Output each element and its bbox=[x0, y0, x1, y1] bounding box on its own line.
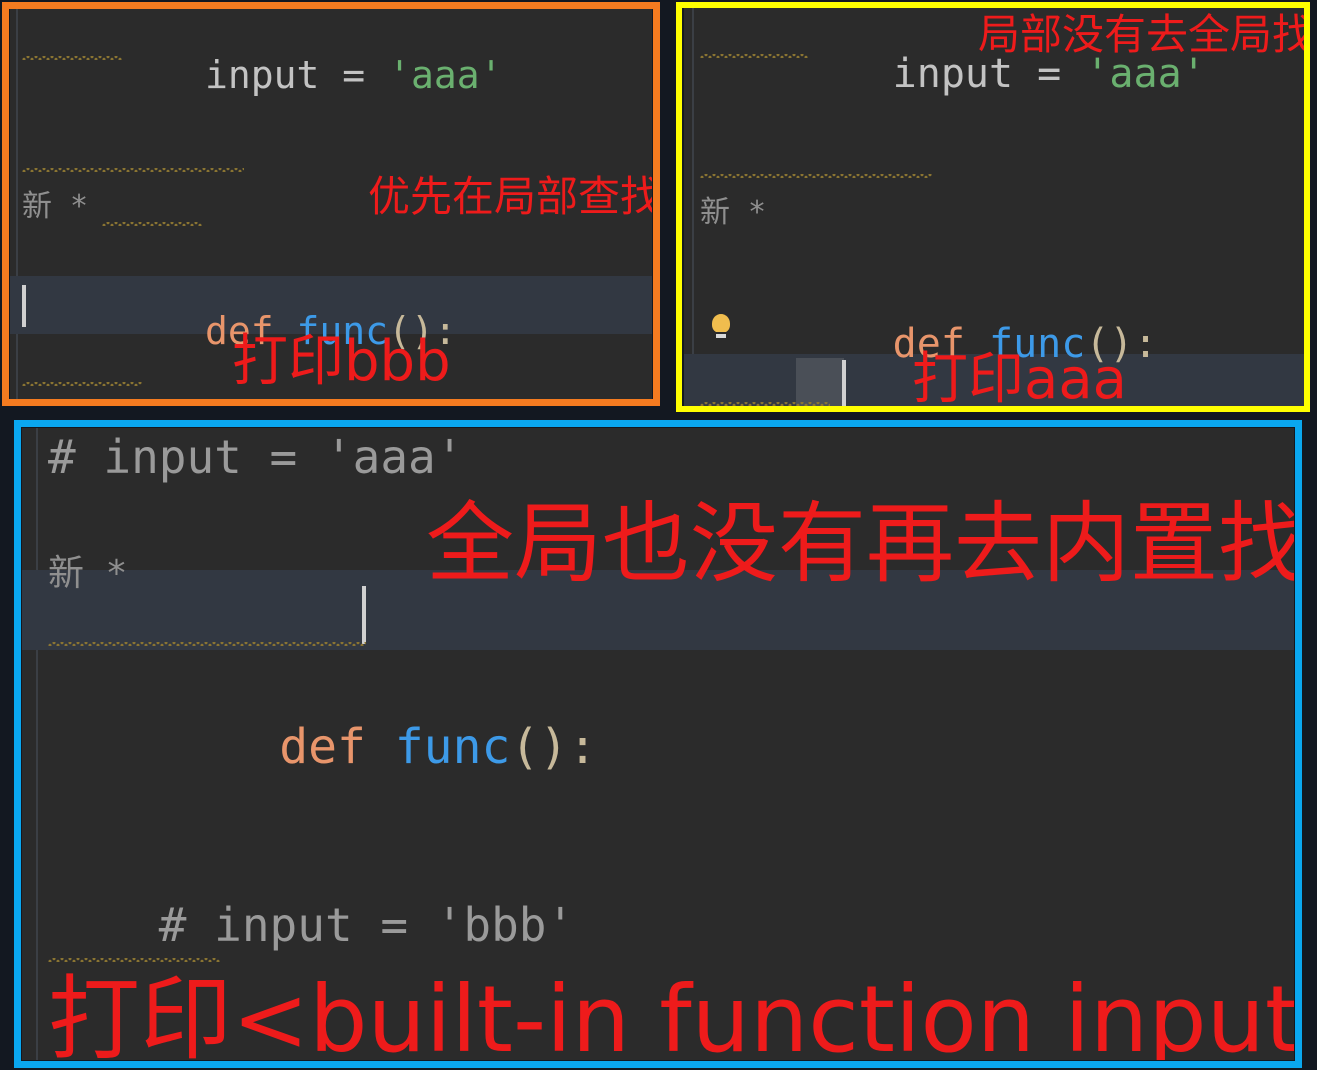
warning-squiggle bbox=[102, 222, 202, 226]
anno-local-first: 优先在局部查找 bbox=[368, 172, 652, 221]
editor-panel-global-scope[interactable]: input = 'aaa' 新 * def func(): # input = … bbox=[684, 8, 1304, 406]
lightbulb-glass bbox=[712, 314, 730, 333]
text-cursor bbox=[842, 360, 846, 406]
editor-gutter-line bbox=[36, 428, 38, 1060]
text-selection bbox=[796, 358, 844, 406]
warning-squiggle bbox=[700, 174, 932, 178]
p1-code-line-assign-input-aaa[interactable]: input = 'aaa' bbox=[22, 18, 652, 132]
screenshot-root: input = 'aaa' 新 * def func(): input = 'b… bbox=[0, 0, 1317, 1070]
token-operator: = bbox=[319, 53, 389, 97]
anno-prints-builtin-input: 打印<built-in function input> bbox=[48, 966, 1294, 1061]
editor-gutter-line bbox=[16, 8, 18, 400]
lightbulb-base bbox=[716, 332, 726, 340]
p3-code-line-commented-aaa[interactable]: # input = 'aaa' bbox=[48, 434, 1294, 480]
anno-prints-bbb: 打印bbb bbox=[232, 329, 451, 394]
token-parens-colon: (): bbox=[510, 719, 598, 775]
text-cursor bbox=[362, 586, 366, 644]
p3-code-line-def-func[interactable]: def func(): bbox=[48, 675, 1294, 819]
p3-code-line-commented-bbb[interactable]: # input = 'bbb' bbox=[48, 902, 1294, 948]
editor-gutter-line bbox=[692, 8, 694, 406]
text-cursor bbox=[22, 285, 26, 327]
token-function-name: func bbox=[394, 719, 511, 775]
token-string: 'aaa' bbox=[388, 53, 503, 97]
p2-code-line-xin-star[interactable]: 新 * bbox=[700, 198, 1304, 228]
token-keyword-def: def bbox=[279, 719, 395, 775]
warning-squiggle bbox=[48, 958, 220, 963]
anno-local-missing-go-global: 局部没有去全局找 bbox=[978, 10, 1304, 59]
warning-squiggle bbox=[22, 168, 244, 172]
token-identifier: input bbox=[205, 53, 320, 97]
editor-panel-builtin-scope[interactable]: # input = 'aaa' 新 * def func(): # input … bbox=[22, 428, 1294, 1060]
editor-panel-local-scope[interactable]: input = 'aaa' 新 * def func(): input = 'b… bbox=[10, 8, 652, 400]
anno-global-missing-go-builtin: 全局也没有再去内置找 bbox=[426, 492, 1294, 595]
anno-prints-aaa: 打印aaa bbox=[912, 347, 1127, 407]
